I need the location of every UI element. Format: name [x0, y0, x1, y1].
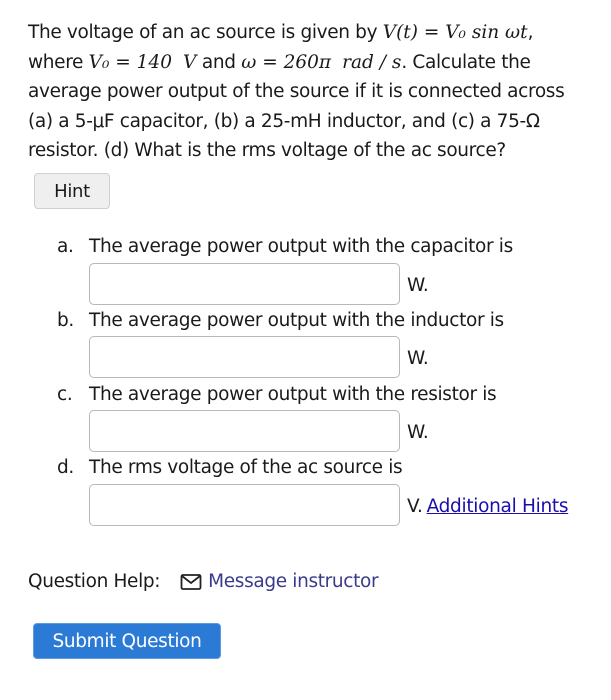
problem-statement: The voltage of an ac source is given by …: [28, 18, 588, 166]
part-letter: a.: [57, 236, 74, 257]
capacitor-power-input[interactable]: [89, 263, 400, 305]
unit-label: V.: [407, 496, 423, 517]
problem-text-2: where: [28, 51, 89, 73]
part-d-label: d. The rms voltage of the ac source is: [57, 456, 403, 480]
question-help-label: Question Help:: [28, 571, 161, 592]
part-text: The average power output with the resist…: [89, 384, 497, 405]
omega-unit: rad / s: [342, 51, 402, 73]
and-text: and: [196, 51, 242, 73]
unit-row: V. Additional Hints: [407, 495, 568, 519]
problem-text-1: The voltage of an ac source is given by: [28, 22, 383, 43]
unit-label: W.: [407, 275, 429, 296]
voltage-equation: V(t) = V₀ sin ωt: [382, 22, 528, 43]
resistor-power-input[interactable]: [89, 410, 400, 452]
unit-label: W.: [407, 348, 429, 369]
part-a-label: a. The average power output with the capa…: [57, 235, 513, 259]
hint-button[interactable]: Hint: [34, 173, 110, 209]
v0-value: V₀ = 140: [88, 51, 172, 73]
v0-unit: V: [183, 51, 197, 73]
part-letter: d.: [57, 457, 74, 478]
omega-value: ω = 260π: [241, 51, 332, 73]
part-c-label: c. The average power output with the resi…: [57, 383, 497, 407]
problem-text-rest: average power output of the source if it…: [28, 81, 565, 161]
problem-text-3: . Calculate the: [401, 51, 531, 73]
message-instructor-link[interactable]: Message instructor: [208, 570, 378, 594]
part-text: The average power output with the capaci…: [89, 236, 513, 257]
mail-icon[interactable]: [180, 573, 202, 591]
additional-hints-link[interactable]: Additional Hints: [427, 496, 569, 517]
part-text: The average power output with the induct…: [89, 310, 504, 331]
punctuation: ,: [527, 22, 534, 43]
part-letter: c.: [57, 384, 73, 405]
question-help-row: Question Help: Message instructor: [28, 570, 379, 594]
inductor-power-input[interactable]: [89, 336, 400, 378]
submit-question-button[interactable]: Submit Question: [33, 623, 221, 659]
part-b-label: b. The average power output with the indu…: [57, 309, 504, 333]
part-text: The rms voltage of the ac source is: [89, 457, 403, 478]
rms-voltage-input[interactable]: [89, 484, 400, 526]
unit-label: W.: [407, 422, 429, 443]
part-letter: b.: [57, 310, 74, 331]
